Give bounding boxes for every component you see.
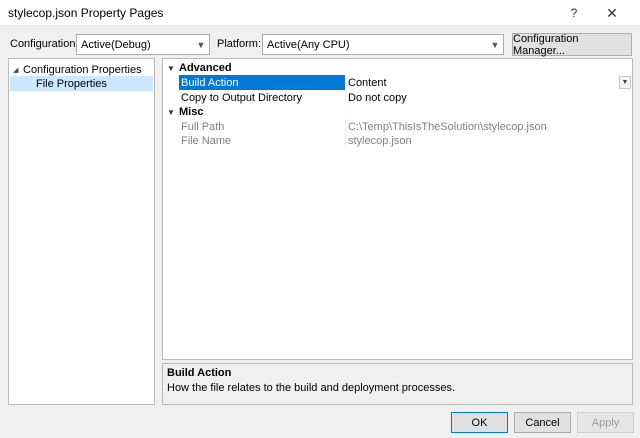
configuration-label: Configuration: (10, 38, 79, 50)
collapse-chevron-icon[interactable]: ▼ (163, 108, 179, 117)
property-name: Full Path (181, 120, 225, 133)
window-title: stylecop.json Property Pages (8, 6, 164, 20)
configuration-dropdown[interactable]: Active(Debug) ▼ (76, 34, 210, 55)
description-panel: Build Action How the file relates to the… (162, 363, 633, 405)
close-icon: ✕ (606, 4, 618, 21)
ok-button[interactable]: OK (451, 412, 508, 433)
chevron-down-icon: ▼ (490, 39, 500, 50)
category-label: Misc (179, 106, 204, 118)
description-text: How the file relates to the build and de… (167, 382, 455, 394)
property-tree: ◢ Configuration Properties File Properti… (8, 58, 155, 405)
property-value: C:\Temp\ThisIsTheSolution\stylecop.json (345, 119, 632, 134)
property-row-build-action[interactable]: Build Action Content ▼ (179, 75, 632, 90)
category-misc[interactable]: ▼ Misc (163, 105, 632, 119)
description-title: Build Action (167, 367, 232, 379)
configuration-manager-button[interactable]: Configuration Manager... (512, 33, 632, 57)
property-name: File Name (181, 134, 232, 147)
help-button[interactable]: ? (556, 0, 592, 26)
property-value: stylecop.json (345, 133, 632, 148)
property-value[interactable]: Content (345, 75, 619, 90)
configuration-value: Active(Debug) (81, 38, 151, 51)
chevron-down-icon: ▼ (196, 39, 206, 50)
close-button[interactable]: ✕ (594, 0, 630, 26)
tree-item-label: File Properties (36, 77, 107, 90)
property-name: Copy to Output Directory (181, 91, 303, 104)
collapse-chevron-icon[interactable]: ▼ (163, 64, 179, 73)
title-bar: stylecop.json Property Pages ? ✕ (0, 0, 640, 26)
property-row-full-path[interactable]: Full Path C:\Temp\ThisIsTheSolution\styl… (179, 119, 632, 134)
category-advanced[interactable]: ▼ Advanced (163, 61, 632, 75)
platform-value: Active(Any CPU) (267, 38, 350, 51)
property-grid: ▼ Advanced Build Action Content ▼ Copy t… (162, 58, 633, 360)
property-value[interactable]: Do not copy (345, 90, 632, 105)
tree-item-file-properties[interactable]: File Properties (10, 76, 153, 91)
tree-item-label: Configuration Properties (23, 63, 142, 76)
tree-item-configuration-properties[interactable]: ◢ Configuration Properties (10, 62, 153, 77)
help-icon: ? (570, 6, 578, 20)
platform-dropdown[interactable]: Active(Any CPU) ▼ (262, 34, 504, 55)
property-row-copy-to-output[interactable]: Copy to Output Directory Do not copy (179, 90, 632, 105)
platform-label: Platform: (217, 38, 262, 50)
category-label: Advanced (179, 62, 232, 74)
apply-button[interactable]: Apply (577, 412, 634, 433)
property-name: Build Action (179, 75, 345, 90)
cancel-button[interactable]: Cancel (514, 412, 571, 433)
property-row-file-name[interactable]: File Name stylecop.json (179, 133, 632, 148)
expanded-triangle-icon[interactable]: ◢ (13, 66, 23, 74)
chevron-down-icon[interactable]: ▼ (619, 76, 631, 89)
